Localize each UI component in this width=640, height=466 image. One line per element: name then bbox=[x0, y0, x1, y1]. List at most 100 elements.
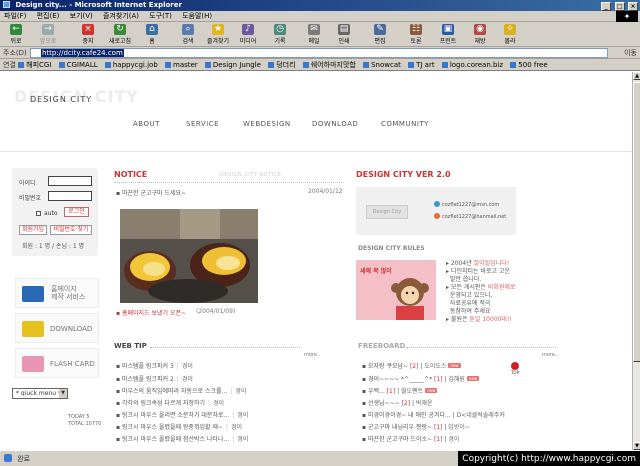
webtip-row[interactable]: ▪ 링크시 마우스 올렸을때 왕중꺾임할 때~ | 경이 bbox=[116, 422, 341, 431]
mail-button[interactable]: ✉ 메일 bbox=[302, 24, 326, 45]
link-item[interactable]: happycgi.job bbox=[104, 59, 158, 70]
stop-button[interactable]: × 중지 bbox=[76, 24, 100, 45]
back-button[interactable]: ← 뒤로 bbox=[4, 24, 28, 45]
forward-button[interactable]: → 앞으로 bbox=[36, 24, 60, 45]
webtip-more-link[interactable]: more.. bbox=[304, 352, 320, 358]
find-password-button[interactable]: 비밀번호 찾기 bbox=[50, 225, 92, 235]
history-button[interactable]: ◷ 기록 bbox=[268, 24, 292, 45]
edit-button[interactable]: ✎ 편집 bbox=[368, 24, 392, 45]
freeboard-row[interactable]: ▪ 모자랑 쿠모남~ [2] | 도이도스 new bbox=[362, 361, 552, 370]
notice-top-item[interactable]: ▪ 따끈한 군고구마 드세요~ bbox=[116, 188, 186, 197]
menu-view[interactable]: 보기(V) bbox=[70, 12, 93, 20]
link-item[interactable]: logo.corean.biz bbox=[441, 59, 503, 70]
freeboard-row[interactable]: ▪ 우백... [1] | 월도팬트 new bbox=[362, 386, 552, 395]
favorites-button[interactable]: ★ 즐겨찾기 bbox=[206, 24, 230, 45]
version-title: DESIGN CITY VER 2.0 bbox=[356, 170, 451, 179]
menu-edit[interactable]: 편집(E) bbox=[37, 12, 60, 20]
msn-icon bbox=[434, 201, 440, 207]
revisit-icon: ◉ bbox=[474, 24, 486, 35]
search-icon: ⌕ bbox=[182, 24, 194, 35]
bulb-button[interactable]: ✧ 몰라 bbox=[498, 24, 522, 45]
design-city-badge[interactable]: Design City bbox=[366, 205, 408, 219]
freeboard-row[interactable]: ▪ 경이~~~~ *^_____^* [1] | 김혜원 new bbox=[362, 374, 552, 383]
nav-community[interactable]: COMMUNITY bbox=[381, 120, 429, 128]
home-button[interactable]: ⌂ 홈 bbox=[140, 24, 164, 45]
webtip-title: WEB TIP bbox=[114, 342, 147, 350]
link-item[interactable]: 덩더리 bbox=[268, 59, 296, 70]
menu-file[interactable]: 파일(F) bbox=[4, 12, 26, 20]
link-item[interactable]: master bbox=[165, 59, 198, 70]
notice-top-date: 2004/01/12 bbox=[308, 188, 343, 195]
webtip-row[interactable]: ▪ 링크시 마우스 올렸을때 점선박스 나타나... | 경이 bbox=[116, 434, 341, 443]
nav-service[interactable]: SERVICE bbox=[186, 120, 219, 128]
close-button[interactable]: × bbox=[628, 2, 638, 11]
link-item[interactable]: 해피CGI bbox=[18, 59, 51, 70]
join-button[interactable]: 회원가입 bbox=[19, 225, 47, 235]
freeboard-more-link[interactable]: more.. bbox=[542, 352, 558, 358]
notice-ghost: DESIGN CITY NOTICE bbox=[220, 172, 282, 178]
site-header: DESIGN CITY DESIGN CITY ABOUT SERVICE WE… bbox=[0, 72, 632, 152]
freeboard-row[interactable]: ▪ 군고구마 내님리우 짱랑~ [1] | 임방이~ bbox=[362, 422, 552, 431]
discuss-icon: ☷ bbox=[410, 24, 422, 35]
maximize-button[interactable]: □ bbox=[614, 2, 625, 11]
login-box: 아이디 비밀번호 auto 로그인 회원가입 비밀번호 찾기 회원 : 1 명 … bbox=[12, 168, 98, 256]
link-item[interactable]: TJ art bbox=[408, 59, 435, 70]
notice-bottom-date: (2004/01/09) bbox=[196, 308, 236, 315]
address-bar: 주소(D) http://dcity.cafe24.com 이동 bbox=[0, 47, 640, 59]
flash-card-button[interactable]: FLASH CARD bbox=[15, 348, 99, 378]
status-bar: 완료 Copyright(c) http://www.happycgi.com bbox=[0, 450, 640, 466]
divider bbox=[150, 347, 300, 348]
revisit-button[interactable]: ◉ 재방 bbox=[468, 24, 492, 45]
new-badge: new bbox=[448, 363, 461, 368]
id-input[interactable] bbox=[48, 176, 92, 186]
refresh-button[interactable]: ↻ 새로고침 bbox=[108, 24, 132, 45]
notice-bottom-item[interactable]: ▪ 홈페이지드 보냈기 오픈~ bbox=[116, 308, 186, 317]
homepage-service-button[interactable]: 홈페이지 제작 서비스 bbox=[15, 278, 99, 308]
freeboard-row[interactable]: ▪ 미경이경이경~ 내 애인 공겨다... | D<네클럭솔래주커 bbox=[362, 410, 552, 419]
search-button[interactable]: ⌕ 검색 bbox=[176, 24, 200, 45]
quick-menu-select[interactable]: * qiuck menu * ▼ bbox=[12, 388, 68, 399]
vertical-scrollbar[interactable]: ▲ ▼ bbox=[632, 72, 640, 450]
hanmail-email[interactable]: cozflet1227@hanmail.net bbox=[434, 213, 506, 220]
auto-login-checkbox[interactable] bbox=[36, 211, 41, 216]
nav-download[interactable]: DOWNLOAD bbox=[312, 120, 358, 128]
discuss-button[interactable]: ☷ 토론 bbox=[404, 24, 428, 45]
webtip-row[interactable]: ▪ 링크시 마우스 올리면 소문자가 대문자로... | 경이 bbox=[116, 410, 341, 419]
minimize-button[interactable]: _ bbox=[601, 2, 612, 11]
link-item[interactable]: CGIMALL bbox=[58, 59, 98, 70]
site-logo[interactable]: DESIGN CITY bbox=[30, 95, 92, 104]
media-icon: ♪ bbox=[242, 24, 254, 35]
scroll-up-icon[interactable]: ▲ bbox=[633, 72, 640, 80]
go-button[interactable]: 이동 bbox=[624, 47, 637, 59]
link-item[interactable]: 500 free bbox=[510, 59, 548, 70]
print-button[interactable]: ▤ 인쇄 bbox=[332, 24, 356, 45]
link-item[interactable]: 쉐어하마지맛합 bbox=[302, 59, 356, 70]
webtip-row[interactable]: ▪ 마스템플 링크피커 3 | 경이 bbox=[116, 361, 341, 370]
msn-email[interactable]: cozflet1227@msn.com bbox=[434, 201, 499, 208]
menu-help[interactable]: 도움말(H) bbox=[182, 12, 212, 20]
scroll-thumb[interactable] bbox=[633, 82, 640, 362]
link-item[interactable]: Snowcat bbox=[363, 59, 401, 70]
nav-about[interactable]: ABOUT bbox=[133, 120, 160, 128]
page-done-icon bbox=[4, 454, 12, 462]
menu-favorites[interactable]: 즐겨찾기(A) bbox=[103, 12, 139, 20]
copyright-watermark: Copyright(c) http://www.happycgi.com bbox=[458, 451, 640, 466]
link-item[interactable]: Design Jungle bbox=[204, 59, 261, 70]
chevron-down-icon: ▼ bbox=[59, 389, 67, 398]
media-button[interactable]: ♪ 미디어 bbox=[236, 24, 260, 45]
password-input[interactable] bbox=[48, 191, 92, 201]
menu-tools[interactable]: 도구(T) bbox=[149, 12, 172, 20]
freeboard-row[interactable]: ▪ 따끈한 군고구마 드이소~ [1] | 경이 bbox=[362, 434, 552, 443]
webtip-row[interactable]: ▪ 마우스의 움직임에따라 자동으로 스크롤... | 경이 bbox=[116, 386, 341, 395]
address-input[interactable]: http://dcity.cafe24.com bbox=[30, 48, 608, 58]
nav-webdesign[interactable]: WEBDESIGN bbox=[243, 120, 291, 128]
freeboard-row[interactable]: ▪ 선생님~~~ [2] | 박재운 bbox=[362, 398, 552, 407]
download-button[interactable]: DOWNLOAD bbox=[15, 313, 99, 343]
scroll-down-icon[interactable]: ▼ bbox=[633, 442, 640, 450]
printer-button[interactable]: ▣ 프린트 bbox=[436, 24, 460, 45]
webtip-row[interactable]: ▪ 각각의 링크속성 다르게 지정하기 | 경이 bbox=[116, 398, 341, 407]
notice-photo[interactable] bbox=[120, 209, 258, 303]
webtip-row[interactable]: ▪ 마스템플 링크피커 2 | 경이 bbox=[116, 374, 341, 383]
login-button[interactable]: 로그인 bbox=[64, 207, 89, 217]
edit-icon: ✎ bbox=[374, 24, 386, 35]
